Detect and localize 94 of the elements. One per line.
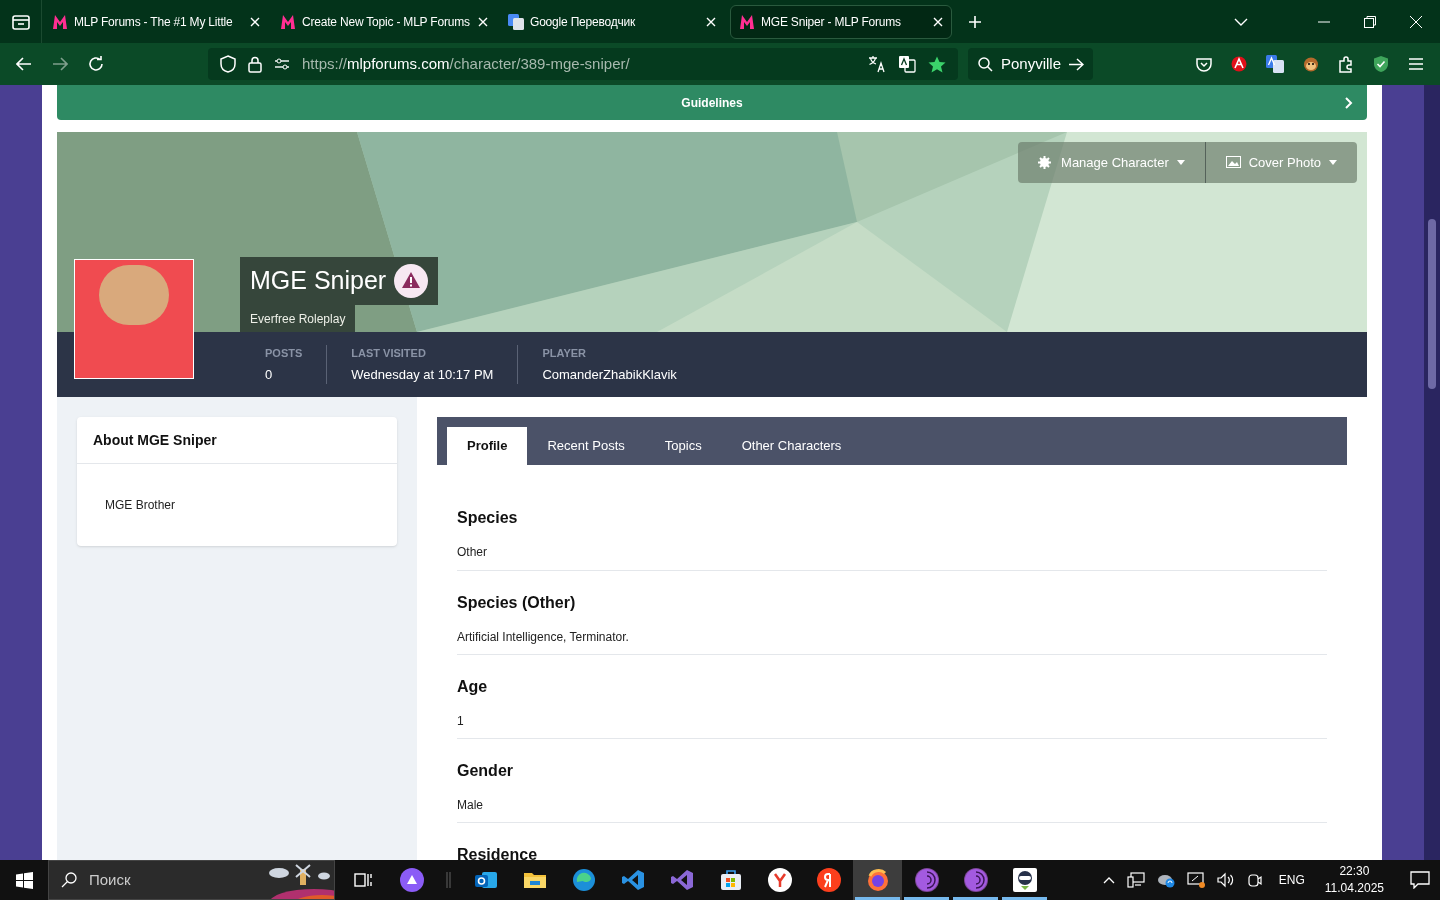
windows-logo-icon[interactable]: [15, 871, 33, 889]
studio-icon: [669, 868, 694, 892]
guidelines-label: Guidelines: [681, 94, 743, 112]
about-title: About MGE Sniper: [77, 417, 397, 464]
taskbar-divider: [446, 872, 451, 888]
m-letter-icon: [280, 13, 296, 30]
shield-icon: [220, 55, 236, 73]
field-value: 1: [457, 713, 465, 730]
permissions-icon: [274, 58, 290, 70]
browser-tab[interactable]: Google Переводчик: [500, 4, 724, 39]
lock-icon: [248, 55, 262, 73]
translate-icon: [508, 13, 524, 30]
field-label: Gender: [457, 761, 514, 781]
search-icon: [978, 56, 993, 72]
gear-icon: [1038, 156, 1054, 169]
close-icon[interactable]: [1410, 15, 1422, 28]
plus-icon[interactable]: [968, 14, 982, 29]
close-icon[interactable]: [478, 16, 488, 27]
warning-icon: [394, 264, 429, 298]
close-icon[interactable]: [933, 16, 943, 27]
display-icon[interactable]: [1186, 872, 1205, 888]
caret-icon: [1329, 160, 1337, 165]
monkey-icon[interactable]: [1303, 56, 1319, 72]
clock-time[interactable]: 22:30: [1339, 863, 1370, 880]
chevron-right-icon: [1345, 97, 1353, 109]
field-label: Species: [457, 508, 519, 528]
translate-page-icon[interactable]: [898, 55, 916, 73]
about-text: MGE Brother: [105, 497, 176, 514]
profile-tab[interactable]: Recent Posts: [527, 427, 645, 465]
search-field[interactable]: Ponyville: [968, 48, 1093, 80]
ninja-icon: [1012, 868, 1037, 892]
browser-tab[interactable]: MGE Sniper - MLP Forums: [730, 4, 952, 39]
field-value: Male: [457, 797, 484, 814]
stat-label: LAST VISITED: [351, 346, 427, 361]
back-arrow-icon[interactable]: [16, 57, 32, 71]
assistant-icon: [399, 868, 424, 892]
profile-tab[interactable]: Other Characters: [721, 427, 862, 465]
character-name: MGE Sniper: [250, 265, 387, 297]
code-editor-icon: [620, 868, 645, 892]
close-icon[interactable]: [706, 16, 716, 27]
speaker-icon[interactable]: [1216, 872, 1235, 888]
language-indicator[interactable]: ENG: [1274, 871, 1309, 889]
minimize-icon[interactable]: [1318, 20, 1330, 23]
profile-tab[interactable]: Topics: [644, 427, 722, 465]
group-label: Everfree Roleplay: [240, 305, 356, 332]
image-icon: [1225, 156, 1241, 169]
profile-tab[interactable]: Profile: [447, 427, 528, 465]
store-icon: [718, 868, 743, 892]
menu-icon[interactable]: [1408, 58, 1424, 70]
field-value: Artificial Intelligence, Terminator.: [457, 629, 630, 646]
pocket-icon[interactable]: [1196, 56, 1212, 72]
field-label: Age: [457, 677, 489, 697]
scrollbar-thumb[interactable]: [1428, 219, 1436, 389]
reload-icon[interactable]: [88, 56, 104, 72]
cloud-sync-icon[interactable]: [1156, 872, 1175, 888]
restore-icon[interactable]: [1364, 15, 1376, 28]
clock-date[interactable]: 11.04.2025: [1324, 880, 1384, 897]
extension-badge-icon[interactable]: [1231, 56, 1247, 72]
onion-icon: [963, 868, 988, 892]
stat-label: POSTS: [265, 346, 303, 361]
field-label: Species (Other): [457, 593, 577, 613]
caret-icon: [1176, 160, 1185, 165]
onion-icon: [914, 868, 939, 892]
y-logo-icon: [816, 868, 841, 892]
browser-tab[interactable]: MLP Forums - The #1 My Little: [44, 4, 268, 39]
m-letter-icon: [739, 13, 755, 30]
star-icon[interactable]: [928, 55, 946, 73]
notification-icon[interactable]: [1410, 871, 1430, 889]
stat-value: ComanderZhabikKlavik: [542, 365, 677, 384]
browser-swirl-icon: [571, 868, 596, 892]
tab-list-icon[interactable]: [11, 13, 30, 30]
browser-tab[interactable]: Create New Topic - MLP Forums: [272, 4, 496, 39]
chevron-up-icon[interactable]: [1102, 876, 1115, 884]
puzzle-icon[interactable]: [1338, 55, 1354, 73]
guidelines-bar[interactable]: Guidelines: [57, 85, 1367, 120]
y-logo-icon: [767, 868, 792, 892]
field-label: Residence: [457, 845, 539, 860]
arrow-right-icon[interactable]: [1069, 57, 1085, 71]
fox-browser-icon: [865, 868, 890, 892]
camera-icon[interactable]: [1246, 872, 1263, 888]
translate-extension-icon[interactable]: [1266, 55, 1284, 73]
shield-check-icon[interactable]: [1373, 55, 1389, 73]
stat-value: Wednesday at 10:17 PM: [351, 365, 494, 384]
m-letter-icon: [52, 13, 68, 30]
forward-arrow-icon: [52, 57, 68, 71]
taskbar-search[interactable]: Поиск: [48, 860, 335, 900]
network-icon[interactable]: [1126, 872, 1145, 888]
search-icon: [61, 872, 77, 888]
stat-value: 0: [265, 365, 274, 384]
chevron-down-icon[interactable]: [1234, 17, 1248, 26]
field-value: Other: [457, 544, 488, 561]
translate-icon[interactable]: [868, 55, 886, 73]
stat-label: PLAYER: [542, 346, 588, 361]
close-icon[interactable]: [250, 16, 260, 27]
